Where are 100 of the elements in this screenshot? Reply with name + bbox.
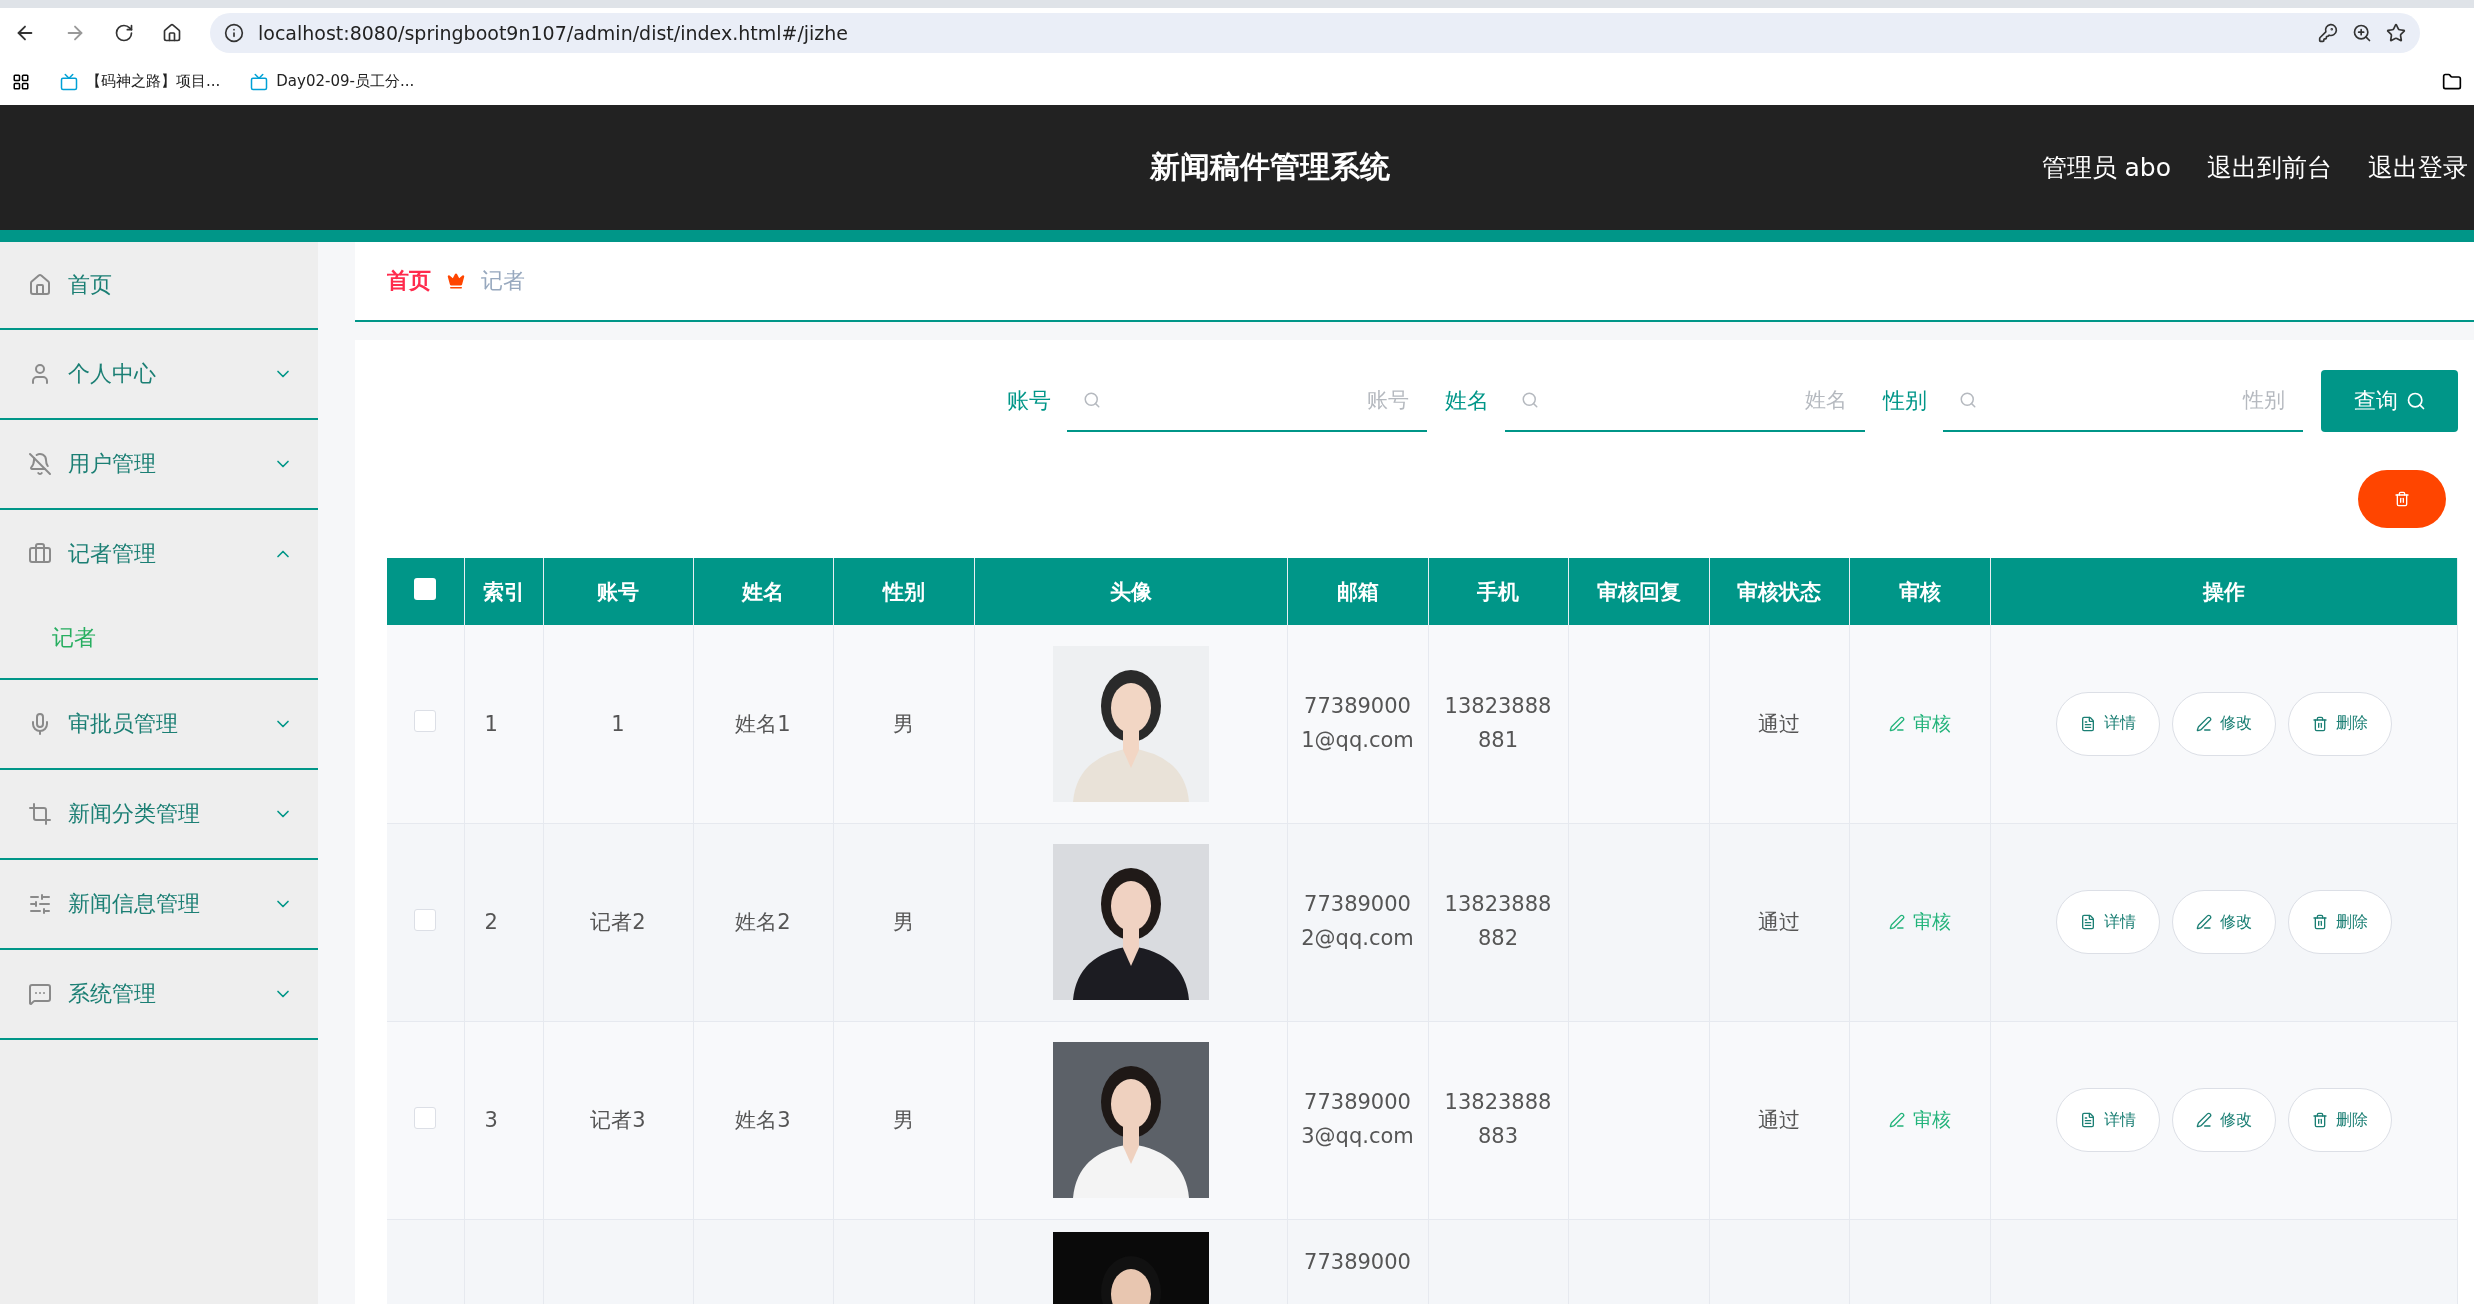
sidebar-item[interactable]: 用户管理 <box>0 420 318 508</box>
bookmark[interactable]: 【码神之路】项目... <box>60 72 221 91</box>
sidebar-item[interactable]: 系统管理 <box>0 950 318 1038</box>
table-cell: 1 <box>484 711 498 736</box>
home-icon[interactable] <box>162 23 182 43</box>
row-checkbox[interactable] <box>414 1106 437 1129</box>
table-cell: 男 <box>893 711 914 736</box>
info-icon <box>224 23 244 43</box>
header-link[interactable]: 管理员 abo <box>2041 151 2171 184</box>
app-title: 新闻稿件管理系统 <box>1150 148 1390 186</box>
column-header: 索引 <box>464 558 543 625</box>
pencil-icon <box>2195 1112 2212 1128</box>
table-cell: 姓名1 <box>735 711 791 736</box>
sidebar-item[interactable]: 新闻信息管理 <box>0 860 318 948</box>
sliders-icon <box>28 892 52 916</box>
search-icon <box>1083 391 1101 409</box>
document-icon <box>2079 715 2096 732</box>
search-button[interactable]: 查询 <box>2321 370 2458 432</box>
table-cell: 记者2 <box>590 910 646 934</box>
briefcase-icon <box>28 542 52 566</box>
pencil-icon <box>1888 914 1905 930</box>
search-icon <box>1959 391 1977 409</box>
search-icon <box>1521 391 1539 409</box>
delete-button[interactable] <box>2358 470 2446 528</box>
sidebar-item[interactable]: 个人中心 <box>0 330 318 418</box>
tv-icon <box>250 72 269 91</box>
table-cell: 记者3 <box>590 1108 646 1132</box>
crown-icon <box>447 272 465 290</box>
field-label: 性别 <box>1883 387 1927 415</box>
column-header: 手机 <box>1428 558 1568 625</box>
table-cell: 通过 <box>1758 711 1800 736</box>
breadcrumb-item: 记者 <box>481 267 525 295</box>
sidebar-item[interactable]: 新闻分类管理 <box>0 770 318 858</box>
column-header: 姓名 <box>693 558 833 625</box>
search-field[interactable]: 性别 <box>1987 387 2287 413</box>
delete-button[interactable]: 删除 <box>2287 890 2392 954</box>
column-header: 头像 <box>974 558 1287 625</box>
column-header: 性别 <box>833 558 974 625</box>
search-field[interactable]: 账号 <box>1111 387 1411 413</box>
column-header: 操作 <box>1990 558 2457 625</box>
url-text: localhost:8080/springboot9n107/admin/dist/index.html#/jizhe <box>258 22 849 44</box>
message-icon <box>28 982 52 1006</box>
pencil-icon <box>1888 1112 1905 1128</box>
review-link[interactable]: 审核 <box>1888 1107 1951 1133</box>
table-cell: 男 <box>893 1108 914 1132</box>
star-icon <box>2386 23 2406 43</box>
search-field[interactable]: 姓名 <box>1549 387 1849 413</box>
folder-icon <box>2442 71 2462 92</box>
bookmark[interactable]: Day02-09-员工分... <box>250 72 415 91</box>
table-cell-text: 773890002@qq.com <box>1300 891 1415 952</box>
details-button[interactable]: 详情 <box>2055 1088 2160 1152</box>
details-button[interactable]: 详情 <box>2055 890 2160 954</box>
sidebar-item[interactable]: 首页 <box>0 242 318 330</box>
header-link[interactable]: 退出到前台 <box>2207 151 2332 184</box>
table-cell: 姓名3 <box>735 1108 791 1132</box>
pencil-icon <box>1888 715 1905 732</box>
key-icon <box>2318 23 2338 43</box>
pencil-icon <box>2195 914 2212 930</box>
table-cell-text: 773890001@qq.com <box>1300 693 1415 754</box>
edit-button[interactable]: 修改 <box>2171 691 2276 756</box>
sidebar-item[interactable]: 审批员管理 <box>0 680 318 768</box>
details-button[interactable]: 详情 <box>2055 691 2160 756</box>
sidebar-item[interactable]: 记者管理 <box>0 510 318 598</box>
trash-icon <box>2311 715 2328 732</box>
table-cell: 通过 <box>1758 1108 1800 1132</box>
table-cell: 3 <box>484 1108 498 1132</box>
table-cell: 姓名2 <box>735 910 791 934</box>
column-header: 邮箱 <box>1287 558 1428 625</box>
edit-button[interactable]: 修改 <box>2171 1088 2276 1152</box>
row-checkbox[interactable] <box>414 710 437 733</box>
document-icon <box>2079 1112 2096 1128</box>
column-header: 账号 <box>543 558 693 625</box>
field-label: 账号 <box>1007 387 1051 415</box>
delete-button[interactable]: 删除 <box>2287 691 2392 756</box>
table-cell-text: 77389000 <box>1303 1248 1412 1276</box>
edit-button[interactable]: 修改 <box>2171 890 2276 954</box>
breadcrumb-item[interactable]: 首页 <box>387 266 431 296</box>
bell-off-icon <box>28 452 52 476</box>
table-cell-text: 13823888882 <box>1443 891 1553 952</box>
select-all-checkbox[interactable] <box>414 578 437 600</box>
field-label: 姓名 <box>1445 387 1489 415</box>
address-bar[interactable]: localhost:8080/springboot9n107/admin/dist/index.html#/jizhe <box>210 13 2420 53</box>
trash-icon <box>2311 1112 2328 1128</box>
header-link[interactable]: 退出登录 <box>2368 151 2468 184</box>
apps-icon[interactable] <box>12 72 30 91</box>
table-cell-text: 773890003@qq.com <box>1300 1089 1415 1150</box>
row-checkbox[interactable] <box>414 908 437 931</box>
reload-icon[interactable] <box>114 23 134 43</box>
trash-icon <box>2394 491 2410 507</box>
table-cell: 通过 <box>1758 910 1800 934</box>
table-cell-text: 13823888883 <box>1443 1089 1553 1150</box>
tv-icon <box>60 72 78 91</box>
crop-icon <box>28 802 52 826</box>
pencil-icon <box>2195 715 2212 732</box>
zoom-icon <box>2352 23 2372 43</box>
column-header: 审核 <box>1849 558 1990 625</box>
document-icon <box>2079 914 2096 930</box>
review-link[interactable]: 审核 <box>1888 710 1951 737</box>
table-cell: 2 <box>484 910 498 934</box>
delete-button[interactable]: 删除 <box>2287 1088 2392 1152</box>
